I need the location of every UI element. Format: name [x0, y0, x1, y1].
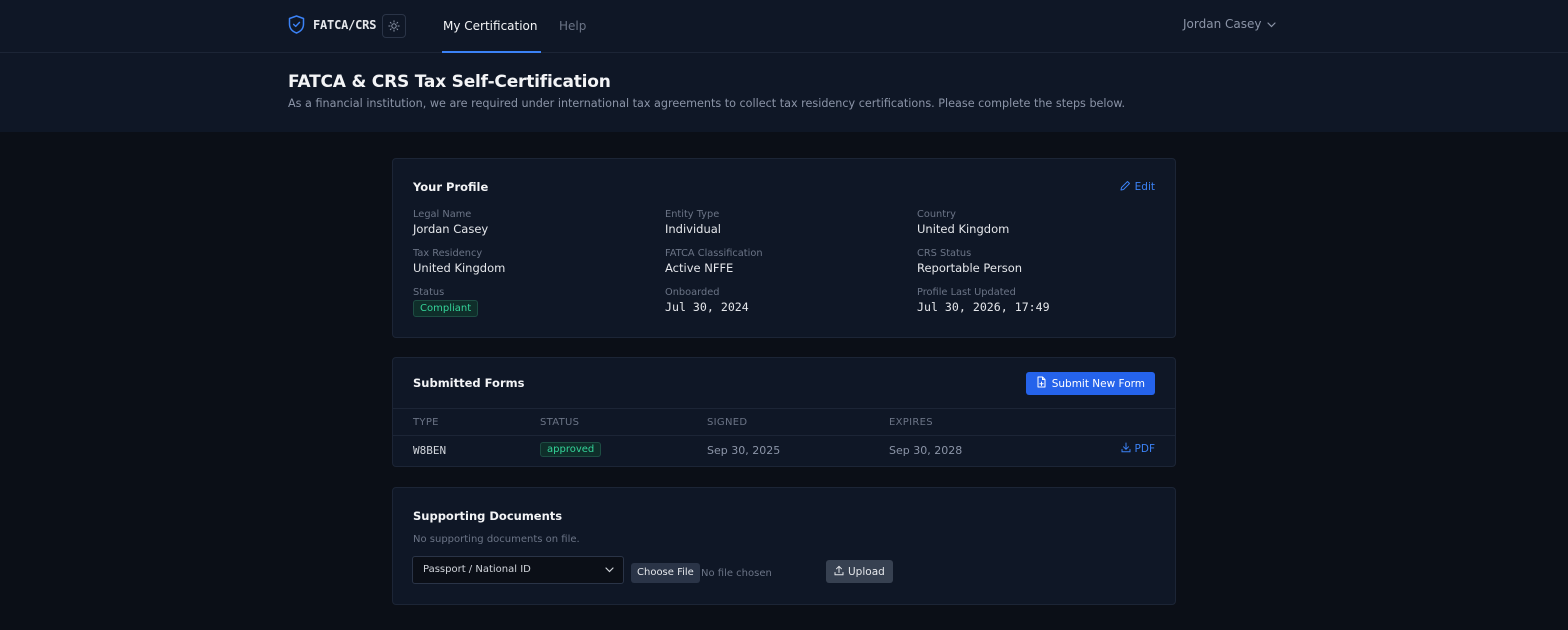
fatca-classification-value: Active NFFE — [665, 261, 734, 275]
profile-card-title: Your Profile — [413, 180, 489, 194]
last-updated-value: Jul 30, 2026, 17:49 — [917, 300, 1050, 314]
supporting-documents-title: Supporting Documents — [413, 509, 563, 523]
country-label: Country — [917, 209, 956, 220]
pdf-label: PDF — [1134, 443, 1155, 455]
shield-check-icon — [288, 15, 305, 34]
entity-type-value: Individual — [665, 222, 722, 236]
page-title: FATCA & CRS Tax Self-Certification — [288, 72, 611, 92]
onboarded-label: Onboarded — [665, 287, 720, 298]
brand[interactable]: FATCA/CRS — [288, 15, 376, 34]
download-pdf-link[interactable]: PDF — [1121, 442, 1155, 456]
document-type-select[interactable]: Passport / National ID — [412, 556, 624, 584]
profile-card: Your Profile Edit Legal Name Jordan Case… — [392, 158, 1176, 338]
file-status-text: No file chosen — [701, 568, 772, 579]
form-status-badge: approved — [540, 442, 602, 457]
column-header-signed: SIGNED — [707, 417, 748, 428]
status-badge: Compliant — [413, 300, 479, 317]
crs-status-label: CRS Status — [917, 248, 972, 259]
page-header — [0, 53, 1568, 132]
legal-name-value: Jordan Casey — [413, 222, 489, 236]
tab-help[interactable]: Help — [559, 0, 586, 53]
upload-icon — [834, 565, 848, 579]
document-type-value: Passport / National ID — [423, 564, 531, 575]
fatca-classification-label: FATCA Classification — [665, 248, 763, 259]
download-icon — [1121, 442, 1135, 456]
app-name: FATCA/CRS — [313, 17, 377, 32]
choose-file-button[interactable]: Choose File — [631, 563, 700, 583]
form-type-cell: W8BEN — [413, 444, 447, 457]
file-plus-icon — [1036, 376, 1052, 391]
column-header-expires: EXPIRES — [889, 417, 933, 428]
entity-type-label: Entity Type — [665, 209, 720, 220]
tab-my-certification[interactable]: My Certification — [442, 0, 540, 53]
upload-label: Upload — [848, 565, 885, 578]
edit-label: Edit — [1134, 181, 1155, 193]
upload-button[interactable]: Upload — [826, 560, 893, 583]
status-label: Status — [413, 287, 445, 298]
form-expires-cell: Sep 30, 2028 — [889, 444, 963, 457]
theme-toggle-button[interactable] — [382, 14, 406, 38]
sun-icon — [388, 17, 400, 36]
submitted-forms-title: Submitted Forms — [413, 376, 525, 390]
tax-residency-value: United Kingdom — [413, 261, 506, 275]
column-header-type: TYPE — [413, 417, 439, 428]
form-signed-cell: Sep 30, 2025 — [707, 444, 781, 457]
page-subtitle: As a financial institution, we are requi… — [288, 97, 1126, 110]
supporting-documents-card: Supporting Documents No supporting docum… — [392, 487, 1176, 605]
crs-status-value: Reportable Person — [917, 261, 1023, 275]
edit-profile-button[interactable]: Edit — [1120, 180, 1155, 194]
forms-table-header: TYPE STATUS SIGNED EXPIRES — [393, 408, 1175, 436]
tax-residency-label: Tax Residency — [413, 248, 483, 259]
submit-new-form-label: Submit New Form — [1051, 377, 1145, 390]
last-updated-label: Profile Last Updated — [917, 287, 1016, 298]
submitted-forms-card: Submitted Forms Submit New Form TYPE STA… — [392, 357, 1176, 467]
user-name: Jordan Casey — [1183, 17, 1262, 31]
legal-name-label: Legal Name — [413, 209, 472, 220]
onboarded-value: Jul 30, 2024 — [665, 300, 749, 314]
no-documents-text: No supporting documents on file. — [413, 534, 580, 545]
country-value: United Kingdom — [917, 222, 1010, 236]
column-header-status: STATUS — [540, 417, 580, 428]
chevron-down-icon — [1261, 17, 1277, 31]
user-menu[interactable]: Jordan Casey — [1183, 17, 1277, 31]
pencil-icon — [1120, 180, 1135, 194]
submit-new-form-button[interactable]: Submit New Form — [1025, 372, 1155, 395]
top-navigation-bar: FATCA/CRS My Certification Help Jordan C… — [0, 0, 1568, 53]
